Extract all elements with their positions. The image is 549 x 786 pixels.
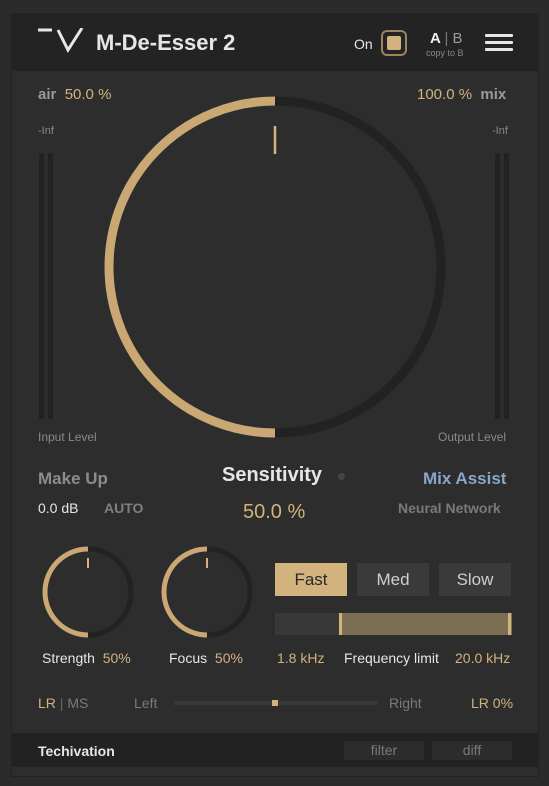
focus-control: Focus 50%	[169, 650, 243, 666]
frequency-high-value: 20.0 kHz	[455, 650, 511, 666]
a-button[interactable]: A	[430, 30, 440, 47]
air-label: air	[38, 86, 57, 103]
output-inf-readout: -Inf	[492, 125, 508, 137]
sensitivity-value: 50.0 %	[243, 501, 306, 523]
power-label: On	[354, 36, 373, 52]
sensitivity-knob[interactable]	[100, 92, 450, 442]
pan-left-label: Left	[134, 695, 158, 711]
sensitivity-indicator-icon	[338, 473, 345, 480]
frequency-high-handle[interactable]	[508, 613, 511, 635]
ab-separator: |	[444, 30, 449, 47]
diff-button[interactable]: diff	[432, 741, 512, 760]
mix-label: mix	[480, 86, 507, 103]
menu-icon[interactable]	[485, 34, 513, 55]
ab-compare[interactable]: A | B	[430, 30, 463, 47]
frequency-low-handle[interactable]	[339, 613, 342, 635]
focus-label: Focus	[169, 650, 208, 666]
input-inf-readout: -Inf	[38, 125, 54, 137]
b-button[interactable]: B	[453, 30, 463, 47]
filter-button[interactable]: filter	[344, 741, 424, 760]
strength-value: 50%	[102, 650, 131, 666]
brand-name: Techivation	[38, 743, 115, 759]
stereo-mode-separator: |	[59, 695, 64, 711]
pan-value: LR 0%	[471, 695, 514, 711]
frequency-low-value: 1.8 kHz	[277, 650, 325, 666]
frequency-limit-label: Frequency limit	[344, 650, 439, 666]
makeup-value[interactable]: 0.0 dB	[38, 500, 78, 516]
makeup-label: Make Up	[38, 469, 108, 488]
power-indicator-icon	[387, 36, 401, 50]
focus-value: 50%	[214, 650, 243, 666]
lr-mode-button[interactable]: LR	[38, 695, 56, 711]
strength-label: Strength	[42, 650, 95, 666]
mix-assist-button[interactable]: Mix Assist	[423, 469, 506, 489]
techivation-logo-icon	[38, 28, 84, 54]
frequency-range-slider[interactable]	[275, 613, 512, 635]
pan-right-label: Right	[389, 695, 422, 711]
input-meter-left	[39, 153, 44, 419]
pan-slider-thumb[interactable]	[272, 700, 278, 706]
stereo-mode-toggle[interactable]: LR | MS	[38, 695, 88, 711]
speed-fast-button[interactable]: Fast	[275, 563, 347, 596]
makeup-auto-button[interactable]: AUTO	[104, 500, 143, 516]
speed-slow-button[interactable]: Slow	[439, 563, 511, 596]
input-meter-right	[48, 153, 53, 419]
strength-control: Strength 50%	[42, 650, 131, 666]
output-meter-right	[504, 153, 509, 419]
strength-knob[interactable]	[40, 544, 136, 640]
power-toggle[interactable]	[381, 30, 407, 56]
copy-to-b-button[interactable]: copy to B	[426, 48, 464, 58]
ms-mode-button[interactable]: MS	[67, 695, 88, 711]
frequency-range-fill	[339, 613, 512, 635]
speed-med-button[interactable]: Med	[357, 563, 429, 596]
output-meter-left	[495, 153, 500, 419]
input-level-label: Input Level	[38, 430, 97, 444]
neural-network-label: Neural Network	[398, 500, 501, 516]
plugin-title: M-De-Esser 2	[96, 30, 236, 55]
sensitivity-label: Sensitivity	[222, 464, 323, 486]
focus-knob[interactable]	[159, 544, 255, 640]
